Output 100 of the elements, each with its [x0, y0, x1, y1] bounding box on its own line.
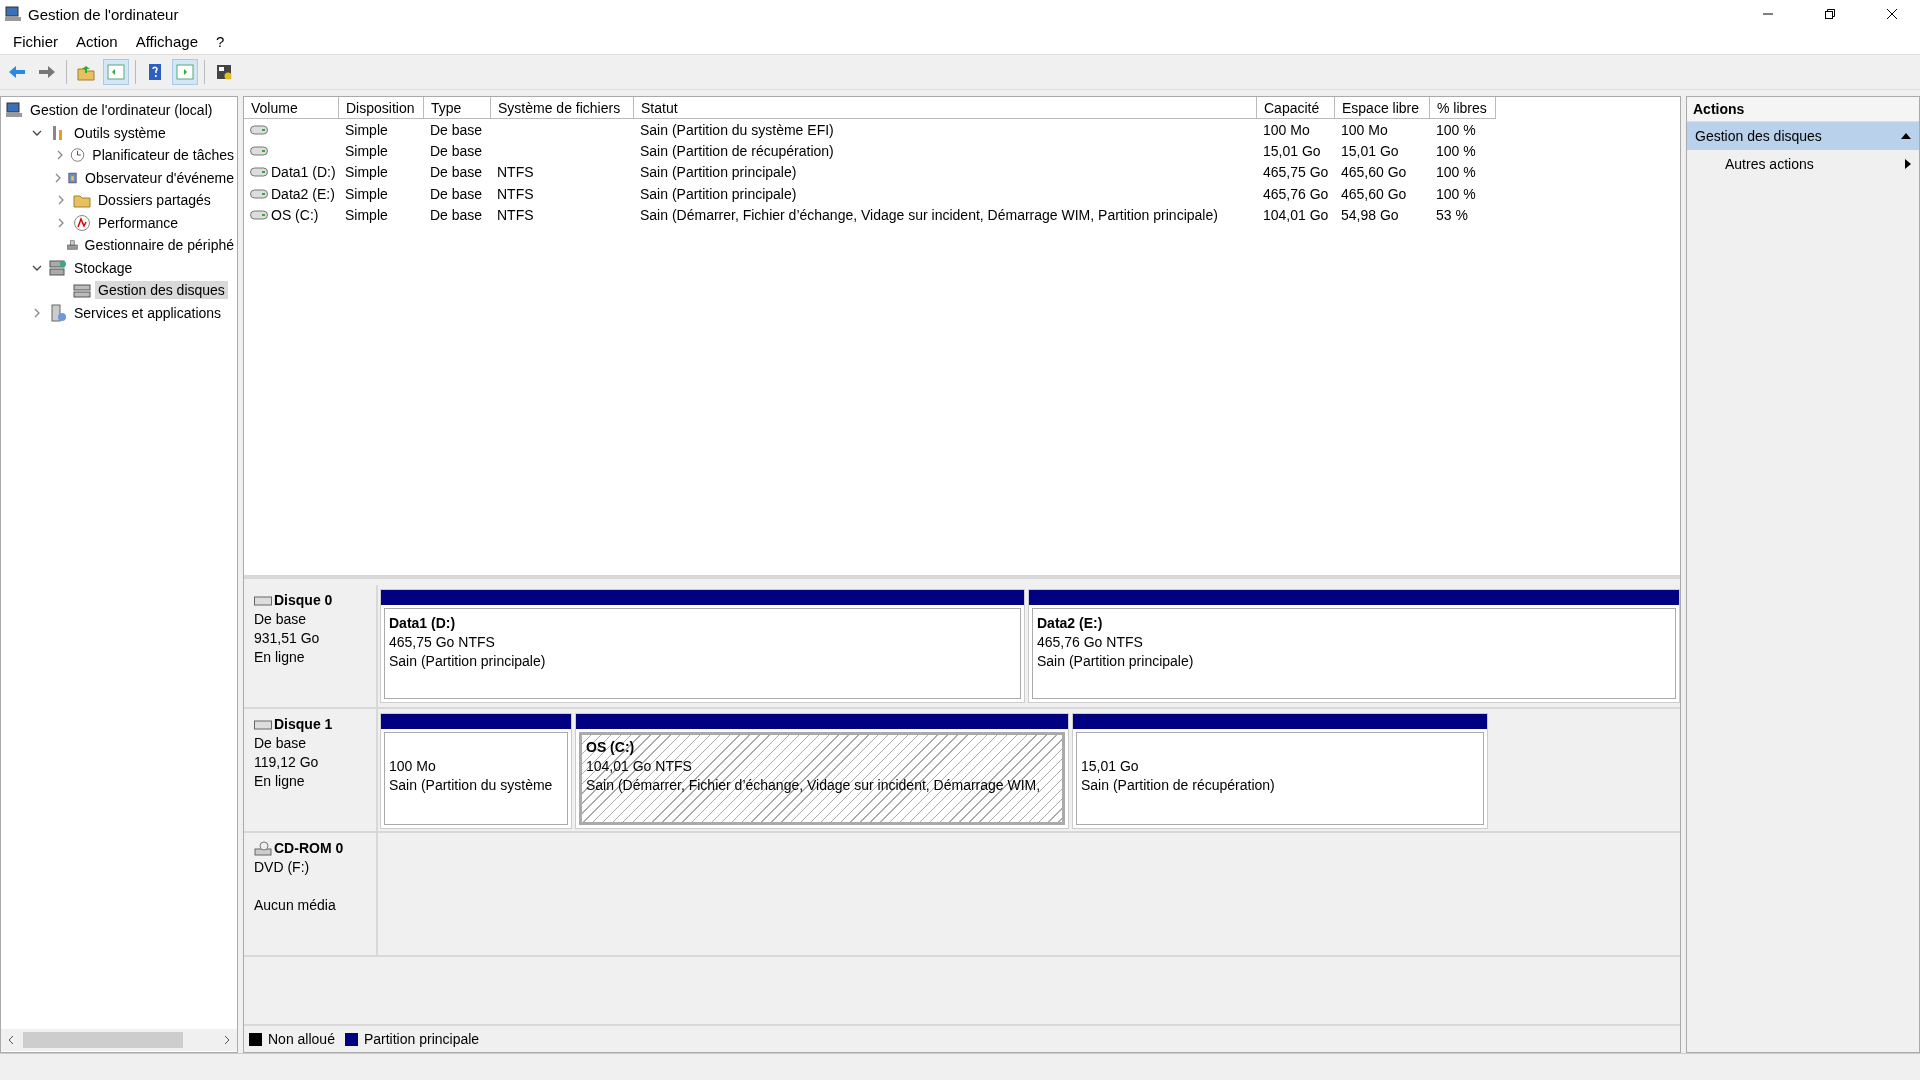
column-header[interactable]: Disposition: [339, 97, 424, 119]
disk-name: CD-ROM 0: [274, 839, 344, 858]
table-cell: 15,01 Go: [1341, 142, 1399, 159]
table-cell: Simple: [345, 185, 388, 202]
tree-item[interactable]: Planificateur de tâches: [89, 146, 237, 165]
horizontal-scrollbar[interactable]: [1, 1029, 237, 1051]
table-cell: NTFS: [497, 164, 534, 181]
column-header[interactable]: Statut: [634, 97, 1257, 119]
folder-up-icon: [77, 63, 95, 81]
tree-item[interactable]: Performance: [95, 213, 182, 232]
disk-name: Disque 1: [274, 715, 333, 734]
scroll-right-icon[interactable]: [223, 1035, 231, 1045]
disk-management-icon: [73, 281, 91, 300]
menu-item[interactable]: Affichage: [126, 32, 207, 50]
table-cell: NTFS: [497, 206, 534, 223]
table-cell: De base: [430, 164, 483, 181]
table-cell: 465,75 Go: [1263, 164, 1329, 181]
drive-icon: [250, 145, 268, 156]
collapse-arrow-icon: [1901, 132, 1911, 140]
table-cell: Simple: [345, 164, 388, 181]
disk-info: 931,51 Go: [254, 630, 320, 646]
services-icon: [49, 303, 67, 322]
partition-block[interactable]: Data2 (E:) 465,76 Go NTFS Sain (Partition principale): [1028, 589, 1680, 703]
table-cell: Data2 (E:): [271, 185, 335, 202]
column-header[interactable]: Volume: [244, 97, 339, 119]
table-cell: Sain (Partition du système EFI): [640, 121, 834, 138]
partition-block[interactable]: Data1 (D:) 465,75 Go NTFS Sain (Partition principale): [380, 589, 1025, 703]
clock-icon: [70, 146, 86, 165]
tree-item[interactable]: Services et applications: [71, 303, 225, 322]
tree-item[interactable]: Gestion des disques: [95, 281, 228, 300]
table-cell: De base: [430, 206, 483, 223]
window-title: Gestion de l'ordinateur: [28, 5, 180, 23]
actions-section[interactable]: Gestion des disques: [1687, 122, 1919, 150]
action-item[interactable]: Autres actions: [1687, 150, 1919, 178]
tree-item[interactable]: Outils système: [71, 123, 169, 142]
tree-item[interactable]: Observateur d'événeme: [82, 168, 237, 187]
table-cell: Simple: [345, 206, 388, 223]
menu-item[interactable]: ?: [207, 32, 234, 50]
submenu-arrow-icon: [1905, 159, 1911, 169]
disk-drive-icon: [254, 719, 272, 730]
table-cell: 100 Mo: [1341, 121, 1388, 138]
table-cell: Sain (Partition principale): [640, 185, 797, 202]
help-icon: [146, 63, 164, 81]
table-cell: De base: [430, 185, 483, 202]
drive-icon: [250, 167, 268, 178]
table-cell: 100 %: [1436, 164, 1476, 181]
menu-item[interactable]: Fichier: [4, 32, 67, 50]
disk-info: Aucun média: [254, 897, 336, 913]
disk-info: 119,12 Go: [254, 754, 319, 770]
restore-icon: [1824, 8, 1836, 20]
partition-block[interactable]: 100 Mo Sain (Partition du système: [380, 713, 572, 829]
tree-item[interactable]: Gestion de l'ordinateur (local): [27, 101, 216, 120]
partition-status: Sain (Partition principale): [1037, 652, 1195, 671]
partition-status: Sain (Partition principale): [389, 652, 547, 671]
partition-size: 465,76 Go NTFS: [1037, 633, 1144, 652]
partition-size: 465,75 Go NTFS: [389, 633, 496, 652]
computer-icon: [5, 101, 23, 120]
legend-label: Partition principale: [363, 1031, 480, 1047]
column-header[interactable]: Type: [424, 97, 491, 119]
table-cell: Sain (Partition de récupération): [640, 142, 834, 159]
drive-icon: [250, 124, 268, 135]
properties-icon: [215, 63, 233, 81]
close-icon: [1886, 8, 1898, 20]
table-cell: De base: [430, 142, 483, 159]
performance-icon: [73, 213, 91, 232]
table-cell: Data1 (D:): [271, 164, 336, 181]
tree-item[interactable]: Gestionnaire de périphé: [81, 236, 237, 255]
partition-block[interactable]: 15,01 Go Sain (Partition de récupération): [1072, 713, 1488, 829]
partition-size: 104,01 Go NTFS: [586, 757, 693, 776]
partition-title: Data1 (D:): [389, 615, 456, 631]
drive-icon: [250, 209, 268, 220]
partition-title: OS (C:): [586, 739, 635, 755]
tree-item[interactable]: Stockage: [71, 258, 136, 277]
partition-size: 15,01 Go: [1081, 757, 1140, 776]
table-cell: 15,01 Go: [1263, 142, 1321, 159]
table-cell: Simple: [345, 142, 388, 159]
column-header[interactable]: % libres: [1430, 97, 1496, 119]
partition-title: Data2 (E:): [1037, 615, 1103, 631]
table-cell: De base: [430, 121, 483, 138]
panel-icon: [107, 63, 125, 81]
scroll-left-icon[interactable]: [7, 1035, 15, 1045]
disk-drive-icon: [254, 595, 272, 606]
table-cell: 465,60 Go: [1341, 185, 1407, 202]
computer-icon: [4, 5, 22, 23]
table-cell: 465,76 Go: [1263, 185, 1329, 202]
drive-icon: [250, 188, 268, 199]
column-header[interactable]: Espace libre: [1335, 97, 1430, 119]
legend-label: Non alloué: [268, 1031, 335, 1047]
column-header[interactable]: Système de fichiers: [491, 97, 634, 119]
menu-item[interactable]: Action: [67, 32, 127, 50]
tree-item[interactable]: Dossiers partagés: [95, 191, 214, 210]
table-cell: NTFS: [497, 185, 534, 202]
column-header[interactable]: Capacité: [1257, 97, 1335, 119]
partition-status: Sain (Partition du système: [389, 776, 554, 795]
partition-block[interactable]: OS (C:) 104,01 Go NTFS Sain (Démarrer, Fichier d’échange, Vidage sur incident, Démarrage WIM,: [575, 713, 1069, 829]
disk-info: En ligne: [254, 773, 305, 789]
table-cell: Sain (Partition principale): [640, 164, 797, 181]
actions-header: Actions: [1687, 97, 1919, 122]
panel-icon: [176, 63, 194, 81]
disk-info: De base: [254, 611, 307, 627]
